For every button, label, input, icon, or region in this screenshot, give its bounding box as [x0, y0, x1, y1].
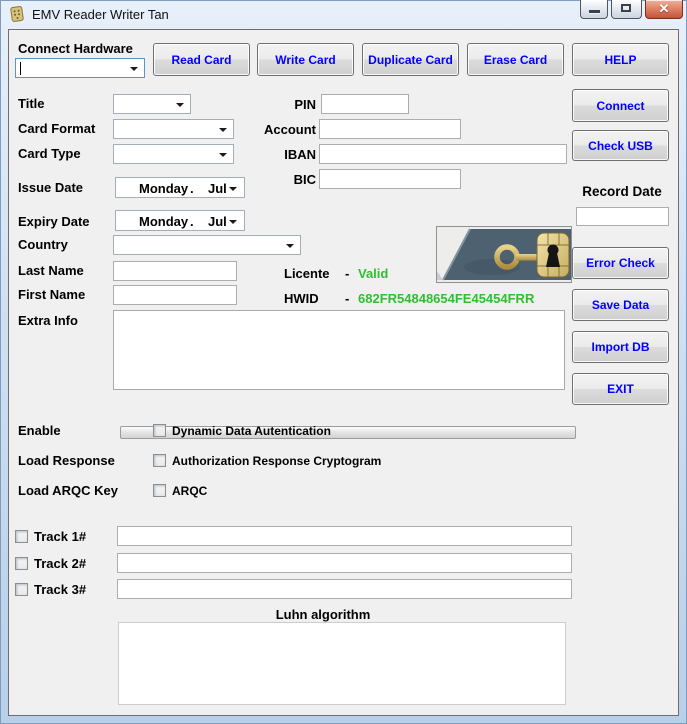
expiry-date-label: Expiry Date — [18, 214, 90, 229]
record-date-field[interactable] — [576, 207, 669, 226]
extra-info-label: Extra Info — [18, 313, 78, 328]
issue-date-picker[interactable]: Monday . Jul — [115, 177, 245, 198]
card-format-label: Card Format — [18, 121, 96, 136]
issue-date-label: Issue Date — [18, 180, 84, 195]
issue-date-day: Monday — [139, 181, 189, 196]
last-name-label: Last Name — [18, 263, 84, 278]
key-in-chip-image — [436, 226, 572, 283]
bic-label: BIC — [293, 172, 316, 187]
enable-label: Enable — [18, 423, 61, 438]
account-label: Account — [264, 122, 316, 137]
hwid-separator: - — [345, 291, 350, 306]
issue-date-separator: . — [190, 181, 194, 196]
extra-info-textarea[interactable] — [113, 310, 565, 390]
chevron-down-icon — [219, 153, 227, 157]
card-format-combo[interactable] — [113, 119, 234, 139]
close-button[interactable]: ✕ — [645, 0, 683, 19]
load-response-label: Load Response — [18, 453, 115, 468]
chip-card-icon — [9, 6, 25, 22]
chevron-down-icon — [176, 103, 184, 107]
arqc-checkbox-label: ARQC — [172, 484, 208, 498]
luhn-label: Luhn algorithm — [275, 607, 371, 622]
app-window: EMV Reader Writer Tan ✕ Connect Hardware… — [0, 0, 687, 724]
window-content: Connect Hardware Read Card Write Card Du… — [8, 29, 679, 716]
maximize-icon — [621, 4, 631, 12]
track1-label: Track 1# — [34, 529, 87, 544]
chevron-down-icon — [229, 220, 237, 224]
luhn-textarea[interactable] — [118, 622, 566, 705]
track2-label: Track 2# — [34, 556, 87, 571]
title-label: Title — [18, 96, 45, 111]
iban-field[interactable] — [319, 144, 567, 164]
card-type-label: Card Type — [18, 146, 81, 161]
exit-button[interactable]: EXIT — [572, 373, 669, 405]
titlebar[interactable]: EMV Reader Writer Tan ✕ — [0, 0, 687, 29]
track1-checkbox[interactable] — [15, 530, 28, 543]
country-label: Country — [18, 237, 68, 252]
read-card-button[interactable]: Read Card — [153, 43, 250, 76]
track2-field[interactable] — [117, 553, 572, 573]
track3-field[interactable] — [117, 579, 572, 599]
text-caret — [20, 62, 21, 75]
hwid-value: 682FR54848654FE45454FRR — [358, 291, 535, 306]
issue-date-month: Jul — [208, 181, 227, 196]
import-db-button[interactable]: Import DB — [572, 331, 669, 363]
iban-label: IBAN — [284, 147, 316, 162]
country-combo[interactable] — [113, 235, 301, 255]
chevron-down-icon — [130, 67, 138, 71]
first-name-field[interactable] — [113, 285, 237, 305]
licente-status: Valid — [358, 266, 389, 281]
save-data-button[interactable]: Save Data — [572, 289, 669, 321]
track2-checkbox[interactable] — [15, 557, 28, 570]
minimize-button[interactable] — [580, 0, 608, 19]
chevron-down-icon — [219, 128, 227, 132]
duplicate-card-button[interactable]: Duplicate Card — [362, 43, 459, 76]
title-combo[interactable] — [113, 94, 191, 114]
check-usb-button[interactable]: Check USB — [572, 130, 669, 161]
account-field[interactable] — [319, 119, 461, 139]
track3-checkbox[interactable] — [15, 583, 28, 596]
connect-hardware-combo[interactable] — [15, 58, 145, 78]
expiry-date-separator: . — [190, 214, 194, 229]
pin-field[interactable] — [321, 94, 409, 114]
chevron-down-icon — [229, 187, 237, 191]
last-name-field[interactable] — [113, 261, 237, 281]
hwid-label: HWID — [284, 291, 319, 306]
connect-hardware-label: Connect Hardware — [18, 41, 133, 56]
first-name-label: First Name — [18, 287, 86, 302]
erase-card-button[interactable]: Erase Card — [467, 43, 564, 76]
record-date-label: Record Date — [582, 184, 662, 199]
error-check-button[interactable]: Error Check — [572, 247, 669, 279]
licente-label: Licente — [284, 266, 330, 281]
help-button[interactable]: HELP — [572, 43, 669, 76]
pin-label: PIN — [294, 97, 316, 112]
licente-separator: - — [345, 266, 350, 281]
dda-checkbox-label: Dynamic Data Autentication — [172, 424, 331, 438]
connect-button[interactable]: Connect — [572, 89, 669, 122]
close-icon: ✕ — [658, 1, 670, 16]
bic-field[interactable] — [319, 169, 461, 189]
load-arqc-label: Load ARQC Key — [18, 483, 118, 498]
track3-label: Track 3# — [34, 582, 87, 597]
window-title: EMV Reader Writer Tan — [32, 7, 169, 22]
expiry-date-day: Monday — [139, 214, 189, 229]
dda-checkbox[interactable] — [153, 424, 166, 437]
track1-field[interactable] — [117, 526, 572, 546]
write-card-button[interactable]: Write Card — [257, 43, 354, 76]
arqc-checkbox[interactable] — [153, 484, 166, 497]
expiry-date-month: Jul — [208, 214, 227, 229]
arc-checkbox-label: Authorization Response Cryptogram — [172, 454, 382, 468]
arc-checkbox[interactable] — [153, 454, 166, 467]
card-type-combo[interactable] — [113, 144, 234, 164]
chevron-down-icon — [286, 244, 294, 248]
expiry-date-picker[interactable]: Monday . Jul — [115, 210, 245, 231]
minimize-icon — [589, 10, 600, 13]
maximize-button[interactable] — [611, 0, 642, 19]
